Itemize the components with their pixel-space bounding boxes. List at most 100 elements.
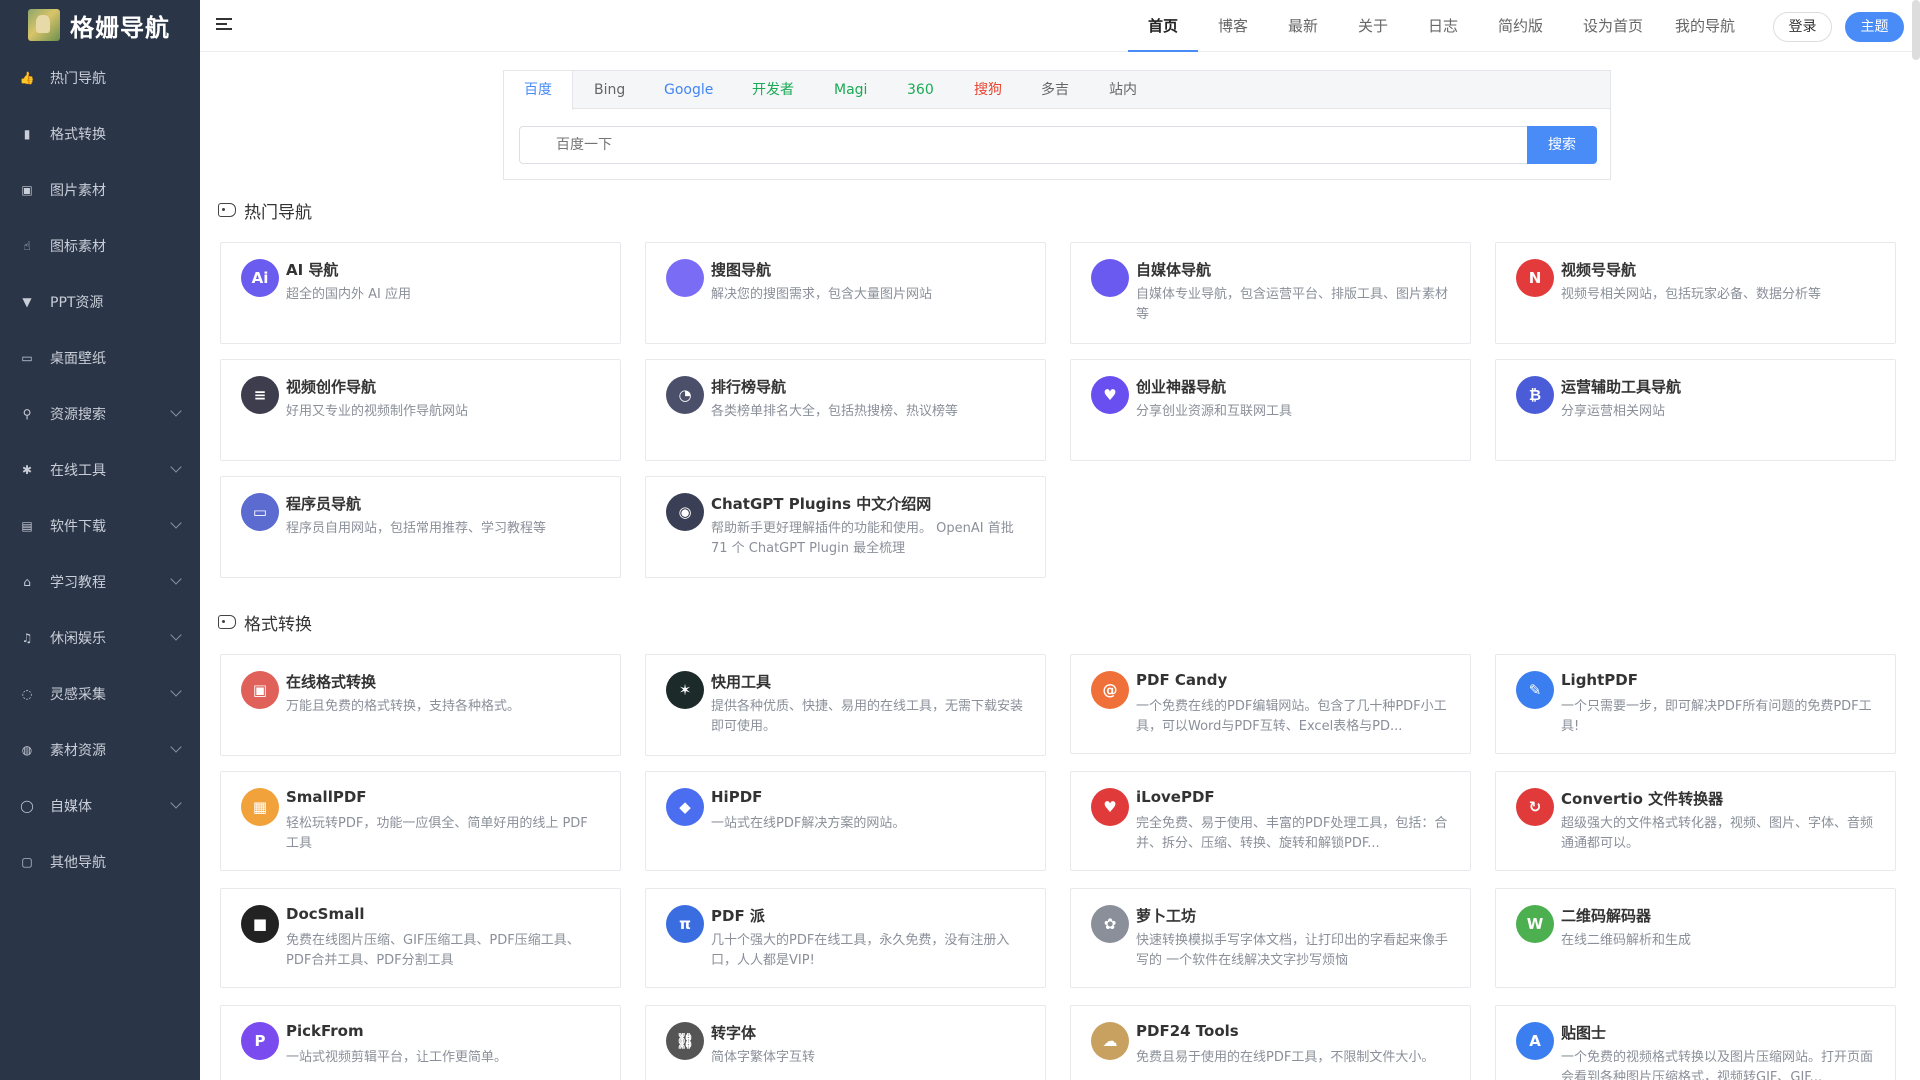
card-description: 免费在线图片压缩、GIF压缩工具、PDF压缩工具、PDF合并工具、PDF分割工具: [286, 933, 580, 968]
card-title: 快用工具: [711, 673, 772, 691]
site-card[interactable]: 搜图导航 解决您的搜图需求，包含大量图片网站: [645, 242, 1046, 344]
site-card[interactable]: N 视频号导航 视频号相关网站，包括玩家必备、数据分析等: [1495, 242, 1896, 344]
nav-tab[interactable]: 关于: [1358, 0, 1388, 52]
search-input[interactable]: [519, 126, 1527, 164]
card-title: 贴图士: [1561, 1024, 1607, 1042]
site-card[interactable]: P PickFrom 一站式视频剪辑平台，让工作更简单。: [220, 1005, 621, 1080]
login-button[interactable]: 登录: [1773, 12, 1832, 42]
site-card[interactable]: ▦ SmallPDF 轻松玩转PDF，功能一应俱全、简单好用的线上 PDF 工具: [220, 771, 621, 871]
sidebar-item-label: 休闲娱乐: [50, 631, 106, 647]
site-card[interactable]: 自媒体导航 自媒体专业导航，包含运营平台、排版工具、图片素材等: [1070, 242, 1471, 344]
section-title: 格式转换: [218, 610, 312, 635]
card-description: 视频号相关网站，包括玩家必备、数据分析等: [1561, 287, 1822, 302]
site-card[interactable]: ☁ PDF24 Tools 免费且易于使用的在线PDF工具，不限制文件大小。: [1070, 1005, 1471, 1080]
sidebar-item[interactable]: ▭ 桌面壁纸: [0, 338, 200, 378]
nav-tab[interactable]: 我的导航: [1675, 0, 1735, 52]
search-button[interactable]: 搜索: [1527, 126, 1597, 164]
frame-icon: ▢: [21, 855, 33, 869]
card-description: 轻松玩转PDF，功能一应俱全、简单好用的线上 PDF 工具: [286, 816, 588, 851]
card-description: 一站式在线PDF解决方案的网站。: [711, 816, 906, 831]
sidebar-item[interactable]: 👍 热门导航: [0, 58, 200, 98]
site-card[interactable]: @ PDF Candy 一个免费在线的PDF编辑网站。包含了几十种PDF小工具，可以…: [1070, 654, 1471, 754]
card-description: 超级强大的文件格式转化器，视频、图片、字体、音频通通都可以。: [1561, 816, 1874, 851]
card-title: 运营辅助工具导航: [1561, 378, 1682, 396]
site-card[interactable]: π PDF 派几十个强大的PDF在线工具，永久免费，没有注册入口，人人都是VIP!: [645, 888, 1046, 988]
sidebar-item-label: 软件下载: [50, 519, 106, 535]
site-card[interactable]: ◔ 排行榜导航 各类榜单排名大全，包括热搜榜、热议榜等: [645, 359, 1046, 461]
card-description: 分享创业资源和互联网工具: [1136, 404, 1293, 419]
sidebar-item[interactable]: ◌ 灵感采集: [0, 674, 200, 714]
site-card[interactable]: ↻ Convertio 文件转换器 超级强大的文件格式转化器，视频、图片、字体、音频…: [1495, 771, 1896, 871]
sidebar-item-label: 图标素材: [50, 239, 106, 255]
card-title: 在线格式转换: [286, 673, 377, 691]
page-scrollbar[interactable]: [1912, 0, 1920, 60]
site-card[interactable]: ₿ 运营辅助工具导航 分享运营相关网站: [1495, 359, 1896, 461]
nav-tab[interactable]: 日志: [1428, 0, 1458, 52]
site-card[interactable]: ◆ HiPDF 一站式在线PDF解决方案的网站。: [645, 771, 1046, 871]
search-engine-tab[interactable]: Bing: [594, 71, 625, 109]
grid-icon: ▦: [241, 788, 279, 826]
sidebar-item[interactable]: ☝ 图标素材: [0, 226, 200, 266]
site-card[interactable]: ◉ ChatGPT Plugins 中文介绍网 帮助新手更好理解插件的功能和使用。 …: [645, 476, 1046, 578]
tag-icon: [218, 615, 236, 629]
card-title: LightPDF: [1561, 671, 1638, 689]
nav-tab[interactable]: 简约版: [1498, 0, 1543, 52]
sidebar-item[interactable]: ▣ 图片素材: [0, 170, 200, 210]
card-description: 各类榜单排名大全，包括热搜榜、热议榜等: [711, 404, 959, 419]
sidebar-item[interactable]: ▤ 软件下载: [0, 506, 200, 546]
site-card[interactable]: ▣ 在线格式转换 万能且免费的格式转换，支持各种格式。: [220, 654, 621, 756]
site-card[interactable]: ♥ iLovePDF 完全免费、易于使用、丰富的PDF处理工具，包括：合并、拆分、压…: [1070, 771, 1471, 871]
balloon-icon: [666, 259, 704, 297]
heart-icon: ♥: [1091, 376, 1129, 414]
theme-button[interactable]: 主题: [1845, 12, 1904, 42]
site-card[interactable]: ⛓ 转字体 简体字繁体字互转: [645, 1005, 1046, 1080]
sidebar-item[interactable]: ◯ 自媒体: [0, 786, 200, 826]
site-card[interactable]: ✿ 萝卜工坊 快速转换模拟手写字体文档，让打印出的字看起来像手写的 一个软件在线解决…: [1070, 888, 1471, 988]
site-card[interactable]: Ai AI 导航 超全的国内外 AI 应用: [220, 242, 621, 344]
search-engine-tab[interactable]: 开发者: [752, 71, 794, 109]
search-engine-tab[interactable]: Magi: [834, 71, 867, 109]
search-icon: ⚲: [22, 407, 32, 421]
sidebar-item[interactable]: ♫ 休闲娱乐: [0, 618, 200, 658]
ai-icon: Ai: [241, 259, 279, 297]
card-title: ChatGPT Plugins 中文介绍网: [711, 495, 932, 513]
site-card[interactable]: ▭ 程序员导航 程序员自用网站，包括常用推荐、学习教程等: [220, 476, 621, 578]
sidebar-item[interactable]: ⌂ 学习教程: [0, 562, 200, 602]
logo[interactable]: 格姗导航: [0, 0, 200, 50]
search-engine-tab[interactable]: 360: [907, 71, 934, 109]
circle-icon: ◯: [20, 799, 34, 813]
search-engine-tab[interactable]: Google: [664, 71, 713, 109]
site-card[interactable]: ≡ 视频创作导航 好用又专业的视频制作导航网站: [220, 359, 621, 461]
nav-tab[interactable]: 首页: [1128, 0, 1199, 52]
sidebar-item[interactable]: ▢ 其他导航: [0, 842, 200, 882]
search-engine-tab[interactable]: 百度: [504, 71, 573, 110]
hand-icon: ☝: [23, 239, 31, 253]
search-engine-tab[interactable]: 站内: [1109, 71, 1137, 109]
sidebar-item-label: 学习教程: [50, 575, 106, 591]
a-icon: A: [1516, 1022, 1554, 1060]
site-card[interactable]: ✶ 快用工具 提供各种优质、快捷、易用的在线工具，无需下载安装即可使用。: [645, 654, 1046, 756]
chevron-down-icon: [170, 405, 182, 417]
sidebar-item-label: 资源搜索: [50, 407, 106, 423]
sidebar-item[interactable]: ◍ 素材资源: [0, 730, 200, 770]
nav-tab[interactable]: 最新: [1288, 0, 1318, 52]
site-card[interactable]: ■ DocSmall 免费在线图片压缩、GIF压缩工具、PDF压缩工具、PDF合并工…: [220, 888, 621, 988]
site-card[interactable]: W 二维码解码器 在线二维码解析和生成: [1495, 888, 1896, 988]
nav-tab[interactable]: 设为首页: [1583, 0, 1643, 52]
card-description: 快速转换模拟手写字体文档，让打印出的字看起来像手写的 一个软件在线解决文字抄写烦…: [1136, 933, 1449, 968]
sidebar-item[interactable]: ⚲ 资源搜索: [0, 394, 200, 434]
nav-tab[interactable]: 博客: [1218, 0, 1248, 52]
card-description: 自媒体专业导航，包含运营平台、排版工具、图片素材等: [1136, 287, 1449, 322]
sidebar-item-label: 桌面壁纸: [50, 351, 106, 367]
site-card[interactable]: A 贴图士一个免费的视频格式转换以及图片压缩网站。打开页面会看到各种图片压缩格式，…: [1495, 1005, 1896, 1080]
menu-toggle-icon[interactable]: [216, 18, 232, 32]
sidebar-item[interactable]: ▮ 格式转换: [0, 114, 200, 154]
site-card[interactable]: ♥ 创业神器导航 分享创业资源和互联网工具: [1070, 359, 1471, 461]
pdf-pai-icon: π: [666, 905, 704, 943]
sidebar-item[interactable]: ▼ PPT资源: [0, 282, 200, 322]
card-description: 一个免费的视频格式转换以及图片压缩网站。打开页面会看到各种图片压缩格式，视频转G…: [1561, 1050, 1874, 1080]
site-card[interactable]: ✎ LightPDF 一个只需要一步，即可解决PDF所有问题的免费PDF工具!: [1495, 654, 1896, 754]
sidebar-item[interactable]: ✱ 在线工具: [0, 450, 200, 490]
search-engine-tab[interactable]: 搜狗: [974, 71, 1002, 109]
search-engine-tab[interactable]: 多吉: [1041, 71, 1069, 109]
